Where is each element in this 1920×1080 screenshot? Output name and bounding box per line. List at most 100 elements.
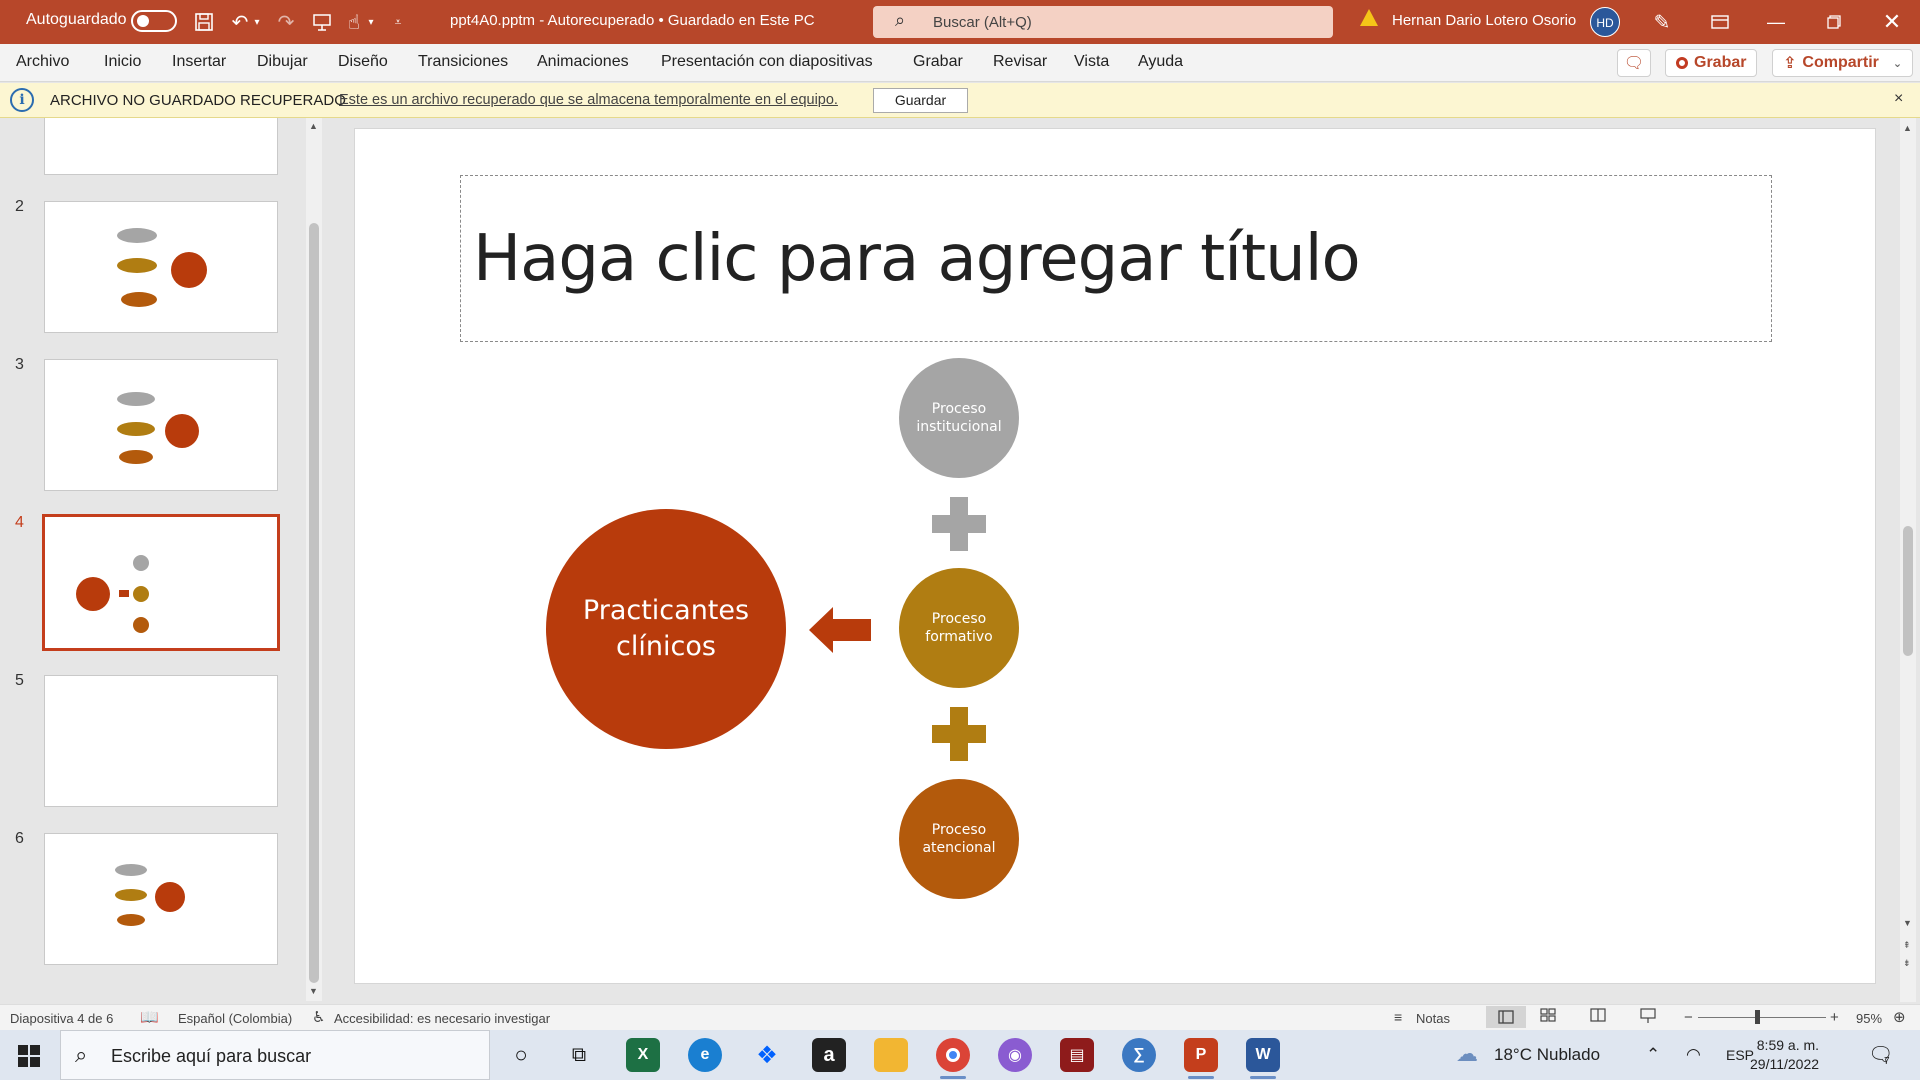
search-box[interactable]: ⌕ Buscar (Alt+Q) [873,6,1333,38]
powerpoint-icon[interactable]: P [1184,1038,1218,1079]
practicantes-circle[interactable]: Practicantes clínicos [546,509,786,749]
menu-vista[interactable]: Vista [1074,53,1109,71]
title-placeholder[interactable]: Haga clic para agregar título [460,175,1772,342]
scrollbar-thumb[interactable] [1903,526,1913,656]
show-hidden-icons-icon[interactable]: ⌃ [1646,1045,1660,1065]
menu-grabar[interactable]: Grabar [913,53,963,71]
weather-icon[interactable]: ☁ [1456,1041,1478,1067]
scroll-up-icon[interactable]: ▲ [1903,123,1912,133]
normal-view-button[interactable] [1486,1006,1526,1028]
thumbnail-slide-6[interactable] [44,833,278,965]
scroll-up-icon[interactable]: ▲ [309,121,318,131]
notes-icon[interactable]: ≡ [1394,1009,1402,1025]
comments-button[interactable]: 🗨 [1617,49,1651,77]
cortana-icon[interactable]: ○ [504,1038,538,1072]
save-button[interactable]: Guardar [873,88,968,113]
share-button[interactable]: ⇪ Compartir ⌄ [1772,49,1914,77]
scroll-down-icon[interactable]: ▼ [309,986,318,996]
comment-icon: 🗨 [1623,55,1645,72]
clock[interactable]: 8:59 a. m. 29/11/2022 [1750,1036,1819,1074]
previous-slide-icon[interactable]: ⇞ [1903,940,1911,951]
restore-icon[interactable] [1806,0,1862,44]
practicantes-label: Practicantes clínicos [582,595,750,662]
weather-text[interactable]: 18°C Nublado [1494,1045,1600,1065]
mini-shape [117,228,157,243]
slide-canvas[interactable]: Haga clic para agregar título Practicant… [354,128,1876,984]
edge-icon[interactable]: e [688,1038,722,1072]
menu-dibujar[interactable]: Dibujar [257,53,308,71]
chrome-icon[interactable] [936,1038,970,1079]
warning-icon[interactable] [1360,9,1378,26]
mini-shape [76,577,110,611]
proceso-formativo-circle[interactable]: Proceso formativo [899,568,1019,688]
save-icon[interactable] [190,8,218,36]
winrar-icon[interactable]: ▤ [1060,1038,1094,1072]
user-name[interactable]: Hernan Dario Lotero Osorio [1392,12,1576,29]
close-icon[interactable]: ✕ [1864,0,1920,44]
slide-sorter-icon[interactable] [1540,1008,1556,1025]
notes-button[interactable]: Notas [1416,1011,1450,1026]
left-arrow-shape[interactable] [809,607,871,653]
file-explorer-icon[interactable] [874,1038,908,1072]
plus-gray-icon[interactable] [932,497,986,551]
taskbar-search-box[interactable]: ⌕ Escribe aquí para buscar [60,1030,490,1080]
accessibility-icon[interactable]: ♿ [312,1008,325,1026]
proceso-institucional-circle[interactable]: Proceso institucional [899,358,1019,478]
autosave-toggle[interactable] [131,10,177,32]
redo-icon[interactable]: ↷ [272,8,300,36]
thumbnail-slide-1[interactable] [44,118,278,175]
menu-insertar[interactable]: Insertar [172,53,226,71]
designer-pen-icon[interactable]: ✎ [1648,8,1676,36]
thumbnail-slide-3[interactable] [44,359,278,491]
language-status[interactable]: Español (Colombia) [178,1011,292,1026]
proceso-atencional-circle[interactable]: Proceso atencional [899,779,1019,899]
minimize-icon[interactable]: — [1748,0,1804,44]
fit-to-window-icon[interactable]: ⊕ [1893,1008,1906,1026]
zoom-slider[interactable] [1698,1017,1826,1018]
thumbnail-slide-2[interactable] [44,201,278,333]
zoom-in-icon[interactable]: + [1830,1009,1839,1026]
menu-presentacion[interactable]: Presentación con diapositivas [661,53,873,71]
excel-icon[interactable]: X [626,1038,660,1072]
close-infobar-icon[interactable]: × [1894,90,1903,108]
amazon-icon[interactable]: a [812,1038,846,1072]
reading-view-icon[interactable] [1590,1008,1606,1025]
proceso-atencional-label: Proceso atencional [922,822,996,856]
menu-inicio[interactable]: Inicio [104,53,141,71]
app-icon[interactable]: ∑ [1122,1038,1156,1072]
present-from-start-icon[interactable] [308,8,336,36]
avatar[interactable]: HD [1590,7,1620,37]
zoom-level[interactable]: 95% [1856,1011,1882,1026]
browser-icon[interactable]: ◉ [998,1038,1032,1072]
slideshow-view-icon[interactable] [1640,1008,1656,1027]
undo-dropdown-icon[interactable]: ▾ [250,8,264,36]
info-message-link[interactable]: Este es un archivo recuperado que se alm… [339,92,838,108]
windows-start-icon[interactable] [18,1045,40,1067]
menu-transiciones[interactable]: Transiciones [418,53,508,71]
thumbnails-scrollbar[interactable]: ▲ ▼ [306,118,322,1001]
menu-animaciones[interactable]: Animaciones [537,53,629,71]
menu-archivo[interactable]: Archivo [16,53,69,71]
menu-diseno[interactable]: Diseño [338,53,388,71]
next-slide-icon[interactable]: ⇟ [1903,958,1911,969]
customize-toolbar-icon[interactable]: ⩡ [388,8,408,36]
menu-ayuda[interactable]: Ayuda [1138,53,1183,71]
dropbox-icon[interactable]: ❖ [750,1038,784,1072]
zoom-out-icon[interactable]: − [1684,1009,1693,1026]
record-button[interactable]: Grabar [1665,49,1758,77]
scroll-down-icon[interactable]: ▼ [1903,918,1912,928]
spellcheck-icon[interactable]: 📖 [140,1008,159,1026]
plus-gold-icon[interactable] [932,707,986,761]
wifi-icon[interactable]: ◠ [1686,1045,1701,1065]
slide-scrollbar[interactable]: ▲ ▼ ⇞ ⇟ [1900,118,1916,1002]
accessibility-status[interactable]: Accesibilidad: es necesario investigar [334,1011,550,1026]
menu-revisar[interactable]: Revisar [993,53,1047,71]
zoom-slider-thumb[interactable] [1755,1010,1760,1024]
scrollbar-thumb[interactable] [309,223,319,983]
thumbnail-slide-5[interactable] [44,675,278,807]
word-icon[interactable]: W [1246,1038,1280,1079]
thumbnail-slide-4[interactable] [42,514,280,651]
ribbon-display-icon[interactable] [1692,0,1748,44]
task-view-icon[interactable]: ⧉ [562,1038,596,1072]
touch-dropdown-icon[interactable]: ▾ [364,8,378,36]
